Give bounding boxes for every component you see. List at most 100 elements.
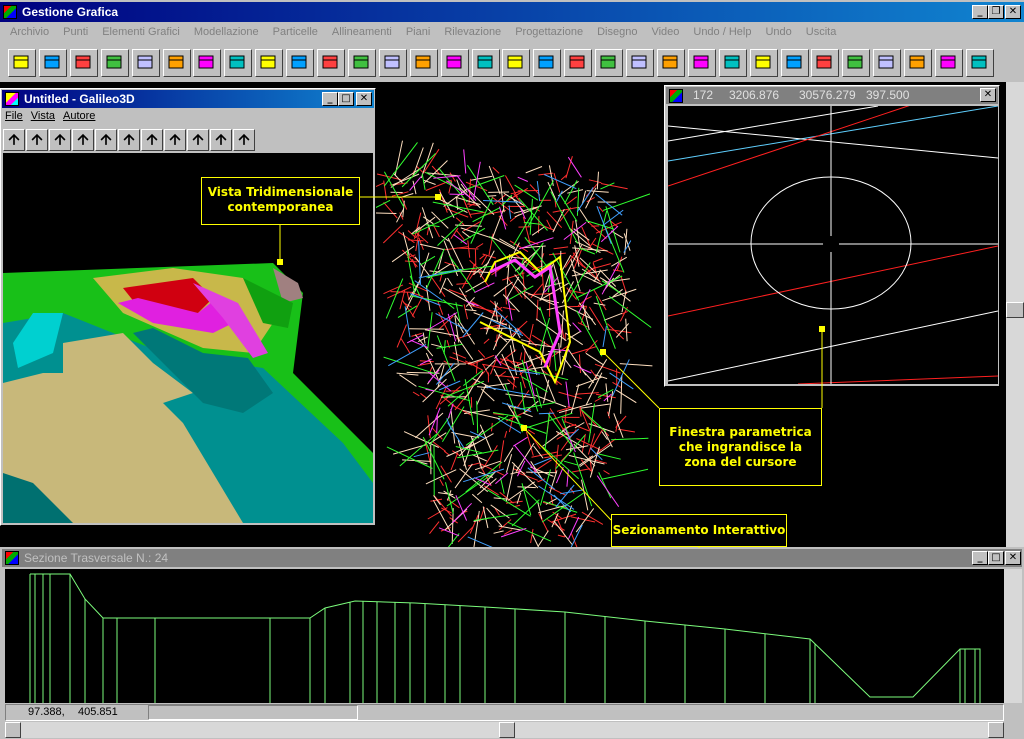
zoom-coord-z: 397.500	[866, 88, 910, 102]
galileo3d-turn-left-button[interactable]	[49, 129, 71, 151]
zoom-canvas[interactable]	[667, 75, 999, 385]
profile-button[interactable]	[409, 49, 438, 77]
cross-button[interactable]	[502, 49, 531, 77]
open-folder-button[interactable]	[100, 49, 129, 77]
contour-icon	[229, 55, 245, 69]
menu-particelle[interactable]: Particelle	[266, 23, 325, 41]
zoom-magnified-view	[667, 75, 999, 385]
galileo3d-menu-vista[interactable]: Vista	[31, 110, 55, 126]
zoom-titlebar[interactable]: 172 3206.876 30576.279 397.500 ✕	[666, 87, 998, 104]
undo-button[interactable]	[873, 49, 902, 77]
section-horizontal-scrollbar[interactable]	[5, 722, 1004, 738]
galileo3d-rotate-right-button[interactable]	[26, 129, 48, 151]
galileo3d-titlebar[interactable]: Untitled - Galileo3D _ □ ✕	[2, 90, 374, 108]
app-icon[interactable]	[3, 5, 17, 19]
main-vertical-scrollbar[interactable]	[1006, 82, 1024, 547]
points-button[interactable]	[193, 49, 222, 77]
edit-button[interactable]	[471, 49, 500, 77]
window-button[interactable]	[718, 49, 747, 77]
terrain-button[interactable]	[255, 49, 284, 77]
section-vertical-scrollbar[interactable]	[1004, 569, 1022, 703]
status-panel-2	[148, 705, 358, 720]
section-minimize-button[interactable]: _	[972, 551, 988, 565]
zoom-close-button[interactable]: ✕	[980, 88, 996, 102]
table-button[interactable]	[440, 49, 469, 77]
scroll-right-button[interactable]	[988, 722, 1004, 738]
menu-uscita[interactable]: Uscita	[799, 23, 844, 41]
menu-elementi-grafici[interactable]: Elementi Grafici	[95, 23, 187, 41]
menu-archivio[interactable]: Archivio	[3, 23, 56, 41]
galileo3d-left-button[interactable]	[141, 129, 163, 151]
galileo3d-maximize-button[interactable]: □	[338, 92, 354, 106]
back-arrow-button[interactable]	[687, 49, 716, 77]
close-button[interactable]: ✕	[1005, 5, 1021, 19]
grid-button[interactable]	[378, 49, 407, 77]
marker-vista-2	[277, 259, 283, 265]
hand-button[interactable]	[626, 49, 654, 77]
scroll-left-button[interactable]	[5, 722, 21, 738]
galileo3d-close-button[interactable]: ✕	[356, 92, 372, 106]
save-disk-button[interactable]	[131, 49, 160, 77]
galileo3d-lower-button[interactable]	[233, 129, 255, 151]
menu-undo[interactable]: Undo	[758, 23, 798, 41]
save-icon	[75, 55, 91, 69]
galileo3d-icon[interactable]	[5, 92, 19, 106]
globe-icon	[538, 55, 554, 69]
galileo3d-turn-right-button[interactable]	[72, 129, 94, 151]
zoom-coord-y: 30576.279	[799, 88, 856, 102]
export-button[interactable]	[935, 49, 963, 77]
menu-video[interactable]: Video	[644, 23, 686, 41]
bulldozer-button[interactable]	[595, 49, 624, 77]
menu-undo-help[interactable]: Undo / Help	[686, 23, 758, 41]
section-titlebar[interactable]: Sezione Trasversale N.: 24 _ □ ✕	[2, 549, 1022, 567]
save-button[interactable]	[69, 49, 98, 77]
main-scroll-thumb[interactable]	[1006, 302, 1024, 318]
snap-button[interactable]	[904, 49, 933, 77]
polyline-button[interactable]	[317, 49, 345, 77]
layers-button[interactable]	[780, 49, 809, 77]
callout-finestra-text: Finestra parametrica che ingrandisce la …	[669, 425, 812, 469]
solid-button[interactable]	[347, 49, 376, 77]
galileo3d-menu-bar: File Vista Autore	[5, 110, 95, 126]
galileo3d-up-button[interactable]	[95, 129, 117, 151]
section-title: Sezione Trasversale N.: 24	[24, 551, 169, 565]
menu-rilevazione[interactable]: Rilevazione	[437, 23, 508, 41]
list-button[interactable]	[749, 49, 778, 77]
points-icon	[198, 55, 214, 69]
open-button[interactable]	[38, 49, 67, 77]
globe-button[interactable]	[533, 49, 562, 77]
menu-punti[interactable]: Punti	[56, 23, 95, 41]
galileo3d-menu-file[interactable]: File	[5, 110, 23, 126]
zoom-button[interactable]	[564, 49, 593, 77]
galileo3d-raise-button[interactable]	[210, 129, 232, 151]
galileo3d-rotate-left-button[interactable]	[3, 129, 25, 151]
map-button[interactable]	[286, 49, 315, 77]
section-close-button[interactable]: ✕	[1005, 551, 1021, 565]
galileo3d-minimize-button[interactable]: _	[322, 92, 338, 106]
eraser-button[interactable]	[842, 49, 871, 77]
menu-piani[interactable]: Piani	[399, 23, 437, 41]
exit-door-button[interactable]	[965, 49, 994, 77]
galileo3d-window: Untitled - Galileo3D _ □ ✕ File Vista Auto…	[0, 88, 376, 526]
zoom-plus-button[interactable]	[656, 49, 685, 77]
menu-modellazione[interactable]: Modellazione	[187, 23, 266, 41]
marker-vista-1	[435, 194, 441, 200]
minimize-button[interactable]: _	[972, 5, 988, 19]
menu-progettazione[interactable]: Progettazione	[508, 23, 590, 41]
contour-button[interactable]	[224, 49, 253, 77]
palette-button[interactable]	[811, 49, 840, 77]
restore-button[interactable]: ❐	[988, 5, 1004, 19]
section-maximize-button[interactable]: □	[988, 551, 1004, 565]
galileo3d-menu-autore[interactable]: Autore	[63, 110, 95, 126]
menu-allineamenti[interactable]: Allineamenti	[325, 23, 399, 41]
snap-icon	[909, 55, 925, 69]
galileo3d-down-button[interactable]	[118, 129, 140, 151]
section-canvas[interactable]	[5, 569, 1004, 703]
menu-disegno[interactable]: Disegno	[590, 23, 644, 41]
galileo3d-light-button[interactable]	[187, 129, 209, 151]
macro-m-button[interactable]	[162, 49, 191, 77]
galileo3d-right-button[interactable]	[164, 129, 186, 151]
new-button[interactable]	[8, 49, 36, 77]
section-scroll-thumb[interactable]	[499, 722, 515, 738]
exit-door-icon	[971, 55, 987, 69]
